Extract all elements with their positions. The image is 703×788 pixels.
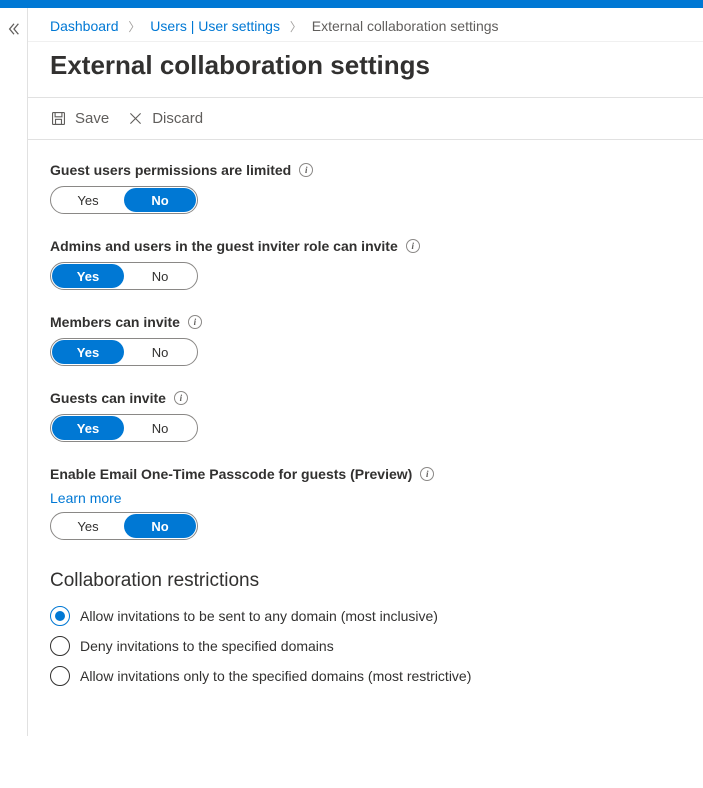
setting-block: Guest users permissions are limited i YesN… <box>50 162 681 214</box>
setting-label-text: Members can invite <box>50 314 180 330</box>
setting-label: Admins and users in the guest inviter ro… <box>50 238 681 254</box>
setting-label-text: Enable Email One-Time Passcode for guest… <box>50 466 412 482</box>
setting-label: Members can invite i <box>50 314 681 330</box>
radio-option[interactable]: Deny invitations to the specified domain… <box>50 636 681 656</box>
chevron-right-icon: 〉 <box>128 20 140 34</box>
setting-label-text: Admins and users in the guest inviter ro… <box>50 238 398 254</box>
command-bar: Save Discard <box>28 98 703 140</box>
toggle-yes[interactable]: Yes <box>52 514 124 538</box>
radio-option[interactable]: Allow invitations only to the specified … <box>50 666 681 686</box>
chevron-double-left-icon <box>7 22 21 36</box>
save-icon <box>50 110 67 127</box>
azure-top-bar <box>0 0 703 8</box>
setting-block: Members can invite i YesNo <box>50 314 681 366</box>
toggle-no[interactable]: No <box>124 264 196 288</box>
toggle-no[interactable]: No <box>124 514 196 538</box>
discard-label: Discard <box>152 110 203 127</box>
yes-no-toggle[interactable]: YesNo <box>50 512 198 540</box>
toggle-yes[interactable]: Yes <box>52 340 124 364</box>
main-panel: Dashboard 〉 Users | User settings 〉 Exte… <box>28 8 703 736</box>
breadcrumb-link[interactable]: Users | User settings <box>150 18 280 34</box>
radio-option[interactable]: Allow invitations to be sent to any doma… <box>50 606 681 626</box>
radio-label: Deny invitations to the specified domain… <box>80 638 334 654</box>
close-icon <box>127 110 144 127</box>
radio-dot <box>55 611 65 621</box>
setting-label: Enable Email One-Time Passcode for guest… <box>50 466 681 482</box>
breadcrumb: Dashboard 〉 Users | User settings 〉 Exte… <box>28 8 703 42</box>
radio-circle[interactable] <box>50 666 70 686</box>
learn-more-link[interactable]: Learn more <box>50 490 122 506</box>
info-icon[interactable]: i <box>420 467 434 481</box>
chevron-right-icon: 〉 <box>290 20 302 34</box>
yes-no-toggle[interactable]: YesNo <box>50 338 198 366</box>
toggle-yes[interactable]: Yes <box>52 264 124 288</box>
radio-label: Allow invitations to be sent to any doma… <box>80 608 438 624</box>
setting-label-text: Guests can invite <box>50 390 166 406</box>
setting-block: Enable Email One-Time Passcode for guest… <box>50 466 681 540</box>
discard-button[interactable]: Discard <box>127 110 203 127</box>
setting-block: Admins and users in the guest inviter ro… <box>50 238 681 290</box>
info-icon[interactable]: i <box>174 391 188 405</box>
page-title: External collaboration settings <box>28 42 703 97</box>
toggle-no[interactable]: No <box>124 188 196 212</box>
info-icon[interactable]: i <box>299 163 313 177</box>
info-icon[interactable]: i <box>406 239 420 253</box>
breadcrumb-link[interactable]: Dashboard <box>50 18 119 34</box>
collapse-rail[interactable] <box>0 8 28 736</box>
save-button[interactable]: Save <box>50 110 109 127</box>
setting-label: Guest users permissions are limited i <box>50 162 681 178</box>
yes-no-toggle[interactable]: YesNo <box>50 414 198 442</box>
info-icon[interactable]: i <box>188 315 202 329</box>
restrictions-heading: Collaboration restrictions <box>50 570 681 592</box>
save-label: Save <box>75 110 109 127</box>
toggle-no[interactable]: No <box>124 416 196 440</box>
settings-content: Guest users permissions are limitediYesN… <box>28 140 703 736</box>
setting-label-text: Guest users permissions are limited <box>50 162 291 178</box>
yes-no-toggle[interactable]: YesNo <box>50 186 198 214</box>
radio-circle[interactable] <box>50 636 70 656</box>
setting-block: Guests can invite i YesNo <box>50 390 681 442</box>
radio-circle[interactable] <box>50 606 70 626</box>
toggle-no[interactable]: No <box>124 340 196 364</box>
toggle-yes[interactable]: Yes <box>52 416 124 440</box>
breadcrumb-current: External collaboration settings <box>312 18 499 34</box>
yes-no-toggle[interactable]: YesNo <box>50 262 198 290</box>
setting-label: Guests can invite i <box>50 390 681 406</box>
radio-label: Allow invitations only to the specified … <box>80 668 471 684</box>
toggle-yes[interactable]: Yes <box>52 188 124 212</box>
